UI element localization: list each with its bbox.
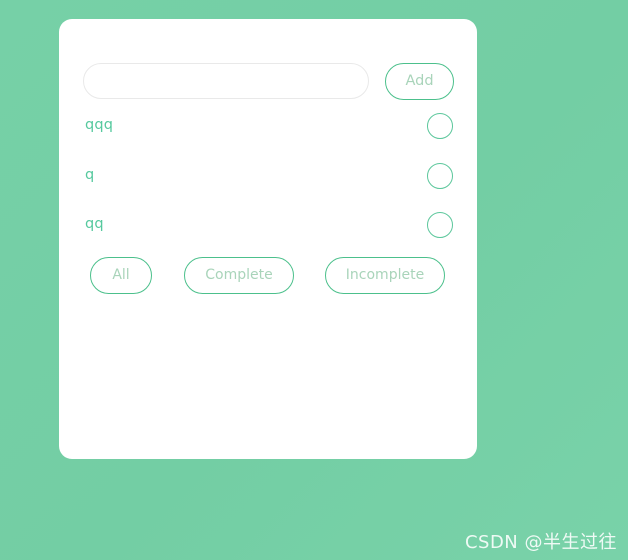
filter-bar: All Complete Incomplete (59, 257, 477, 297)
todo-card: Add qqq q qq All Complete Incomplete (59, 19, 477, 459)
app-root: Add qqq q qq All Complete Incomplete CSDN @半… (0, 0, 628, 560)
todo-checkbox-circle-icon[interactable] (427, 212, 453, 238)
watermark: CSDN @半生过往 (464, 532, 617, 553)
todo-item: q (59, 154, 477, 204)
todo-item-label: q (85, 166, 95, 183)
todo-item-label: qq (85, 216, 104, 232)
todo-checkbox-circle-icon[interactable] (427, 162, 453, 189)
filter-button-incomplete[interactable]: Incomplete (325, 257, 445, 294)
filter-button-all[interactable]: All (90, 257, 152, 294)
todo-item: qqq (59, 104, 477, 154)
todo-item-label: qqq (85, 117, 114, 133)
todo-checkbox-circle-icon[interactable] (427, 113, 453, 139)
todo-item: qq (59, 203, 477, 253)
filter-button-complete[interactable]: Complete (184, 257, 294, 294)
new-todo-input[interactable] (83, 63, 369, 99)
composer-row: Add (59, 19, 477, 109)
add-button[interactable]: Add (385, 63, 454, 100)
todo-list: qqq q qq (59, 104, 477, 253)
